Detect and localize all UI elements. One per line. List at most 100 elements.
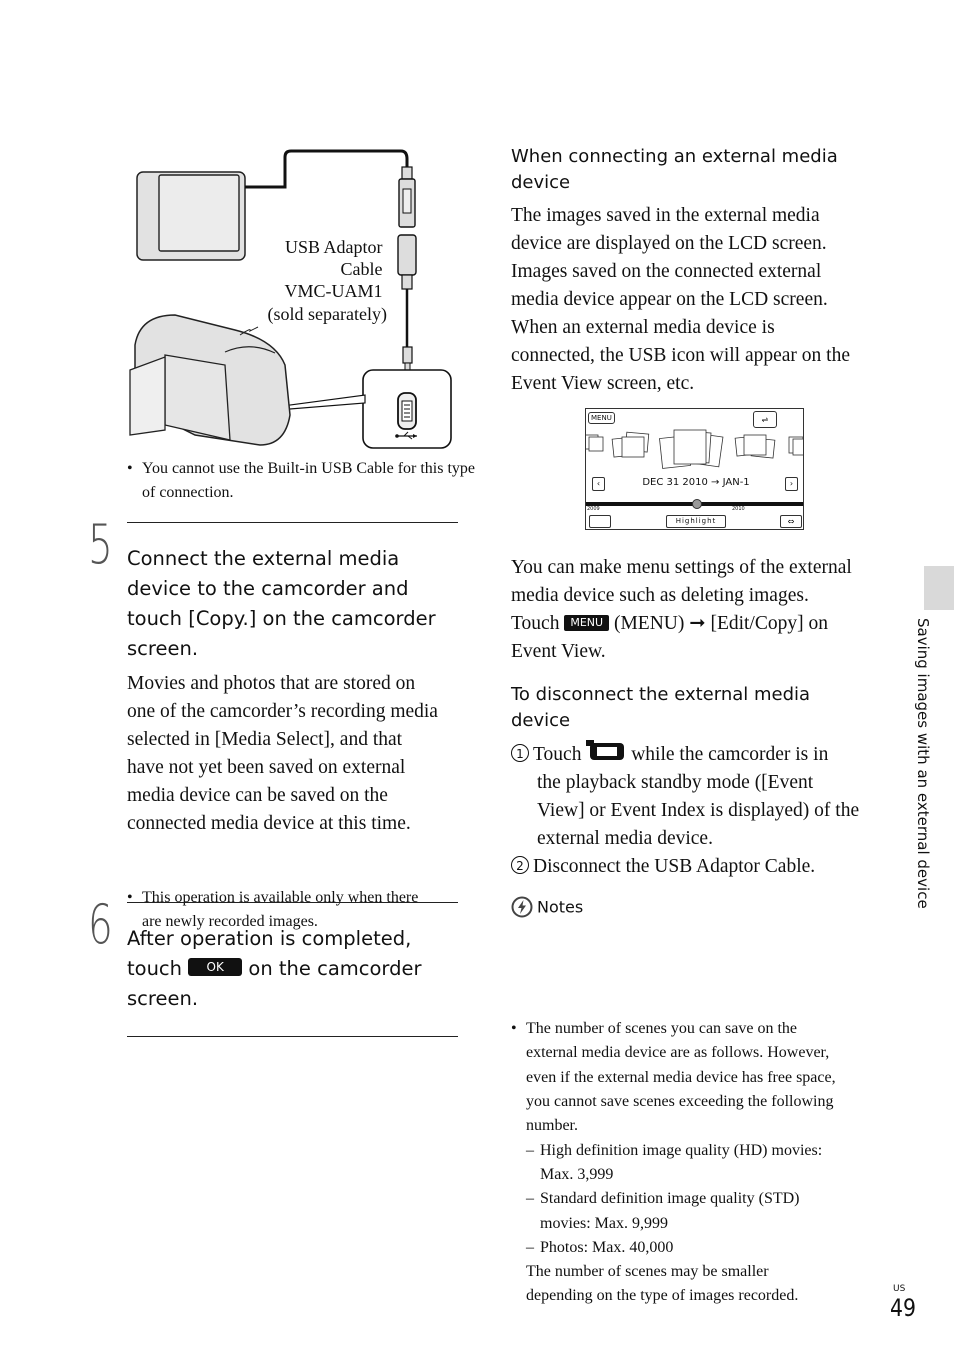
event-view-screen-illustration: MENU ⇌ ‹ DEC 31 2010 → JAN-1 › 2009 2010…	[585, 408, 804, 530]
next-event-button: ›	[785, 477, 798, 491]
step1-line: View] or Event Index is displayed) of th…	[537, 800, 860, 821]
para-line: When an external media device is	[511, 317, 775, 338]
notes-bullet: The number of scenes you can save on the…	[511, 1017, 906, 1309]
step6-title-text: on the camcorder	[248, 957, 422, 980]
limit-line: High definition image quality (HD) movie…	[540, 1141, 823, 1159]
step5-title-line: Connect the external media	[127, 547, 400, 570]
para-line: Event View.	[511, 641, 606, 662]
step6-title-line: After operation is completed,	[127, 927, 412, 950]
menu-button-icon: MENU	[564, 615, 610, 631]
divider	[127, 522, 458, 523]
step1-line: the playback standby mode ([Event	[537, 772, 814, 793]
chapter-tab-marker	[924, 566, 954, 610]
notes-icon	[511, 896, 533, 918]
view-switch-icon: ⇔	[780, 515, 802, 528]
notes-line: depending on the type of images recorded…	[526, 1287, 799, 1305]
step2-text: Disconnect the USB Adaptor Cable.	[533, 856, 816, 877]
para-line: connected, the USB icon will appear on t…	[511, 345, 850, 366]
timeline-year-left: 2009	[587, 506, 600, 512]
paragraph-connecting: The images saved in the external media d…	[511, 202, 891, 398]
ok-button-icon: OK	[188, 958, 243, 976]
para-line: Event View screen, etc.	[511, 373, 695, 394]
para-line: device are displayed on the LCD screen.	[511, 233, 827, 254]
step5-body: Movies and photos that are stored on one…	[127, 670, 467, 838]
event-thumbnails	[586, 429, 803, 469]
step5-body-line: connected media device at this time.	[127, 813, 411, 834]
step1-touch-text: Touch	[533, 744, 582, 765]
step1-continuation: the playback standby mode ([Event View] …	[511, 769, 891, 853]
step5-note-line: This operation is available only when th…	[142, 888, 419, 906]
chapter-side-label-text: Saving images with an external device	[914, 618, 932, 909]
step5-body-line: selected in [Media Select], and that	[127, 729, 403, 750]
step6-touch-text: touch	[127, 957, 183, 980]
menu-button-icon: MENU	[588, 412, 615, 424]
limit-line: movies: Max. 9,999	[540, 1214, 668, 1232]
heading-disconnect: To disconnect the external media device	[511, 682, 891, 734]
step5-body-line: one of the camcorder’s recording media	[127, 701, 438, 722]
disconnect-steps: 1 Touch while the camcorder is in the pla…	[511, 740, 891, 881]
prev-event-button: ‹	[592, 477, 605, 491]
heading-connecting-external-media: When connecting an external media device	[511, 144, 891, 196]
limit-line: Max. 3,999	[540, 1165, 614, 1183]
cable-label-line: VMC-UAM1	[284, 281, 382, 301]
disconnect-step-1: 1 Touch while the camcorder is in	[511, 740, 891, 769]
timeline-cursor	[692, 499, 702, 509]
connection-diagram: USB Adaptor Cable VMC-UAM1 (sold separat…	[129, 149, 452, 449]
usb-port-icon	[397, 392, 417, 430]
limit-item-photos: Photos: Max. 40,000	[526, 1236, 906, 1261]
para-line: media device appear on the LCD screen.	[511, 289, 828, 310]
cable-label-line: Cable	[341, 259, 383, 279]
heading-line: device	[511, 172, 571, 193]
notes-line: The number of scenes you can save on the	[526, 1020, 798, 1038]
para-line: Touch MENU (MENU) ➞ [Edit/Copy] on	[511, 610, 891, 638]
usb-plug-icon	[398, 166, 416, 228]
heading-line: device	[511, 710, 571, 731]
para-line: The images saved in the external media	[511, 205, 820, 226]
camcorder-illustration	[129, 314, 291, 446]
external-media-device-illustration	[136, 171, 246, 261]
step6-title-line: touch OK on the camcorder	[127, 954, 467, 984]
step-number-5: 5	[88, 513, 113, 576]
touch-text: Touch	[511, 613, 560, 634]
paragraph-menu-settings: You can make menu settings of the extern…	[511, 554, 891, 666]
heading-line: When connecting an external media	[511, 146, 838, 167]
step6-title: After operation is completed, touch OK o…	[127, 924, 467, 1014]
event-date-range: DEC 31 2010 → JAN-1	[642, 477, 750, 488]
notes-line: The number of scenes may be smaller	[526, 1263, 769, 1281]
step1-line: external media device.	[537, 828, 713, 849]
notes-line: you cannot save scenes exceeding the fol…	[526, 1093, 834, 1111]
diagram-note-text: You cannot use the Built-in USB Cable fo…	[142, 460, 476, 502]
step5-title-line: device to the camcorder and	[127, 577, 409, 600]
para-line: media device such as deleting images.	[511, 585, 809, 606]
camera-mode-icon	[589, 515, 611, 528]
step-number-circle: 1	[511, 744, 529, 762]
para-line: Images saved on the connected external	[511, 261, 822, 282]
notes-line: external media device are as follows. Ho…	[526, 1044, 830, 1062]
timeline-year-right: 2010	[732, 506, 745, 512]
step-number-6: 6	[88, 893, 113, 956]
notes-heading: Notes	[511, 896, 583, 920]
divider	[127, 902, 458, 903]
step6-title-line: screen.	[127, 987, 199, 1010]
cable-label-line: USB Adaptor	[285, 237, 383, 257]
disconnect-step-2: 2 Disconnect the USB Adaptor Cable.	[511, 853, 891, 881]
step5-body-line: have not yet been saved on external	[127, 757, 406, 778]
step5-title: Connect the external media device to the…	[127, 544, 467, 664]
diagram-note: You cannot use the Built-in USB Cable fo…	[127, 457, 477, 506]
limit-line: Standard definition image quality (STD)	[540, 1190, 800, 1208]
step5-body-line: media device can be saved on the	[127, 785, 388, 806]
step-number-circle: 2	[511, 856, 529, 874]
step5-title-line: touch [Copy.] on the camcorder	[127, 607, 436, 630]
notes-line: number.	[526, 1117, 578, 1135]
highlight-button: Highlight	[666, 515, 726, 528]
usb-adaptor-socket	[397, 234, 417, 290]
step5-title-line: screen.	[127, 637, 199, 660]
limit-item-std: Standard definition image quality (STD) …	[526, 1187, 906, 1236]
notes-line: even if the external media device has fr…	[526, 1068, 836, 1086]
notes-label: Notes	[537, 897, 584, 917]
limit-line: Photos: Max. 40,000	[540, 1238, 674, 1256]
cable-label: USB Adaptor Cable VMC-UAM1 (sold separat…	[268, 237, 387, 325]
page-number: 49	[890, 1294, 916, 1322]
chapter-side-label: Saving images with an external device	[914, 618, 952, 938]
divider	[127, 1036, 458, 1037]
